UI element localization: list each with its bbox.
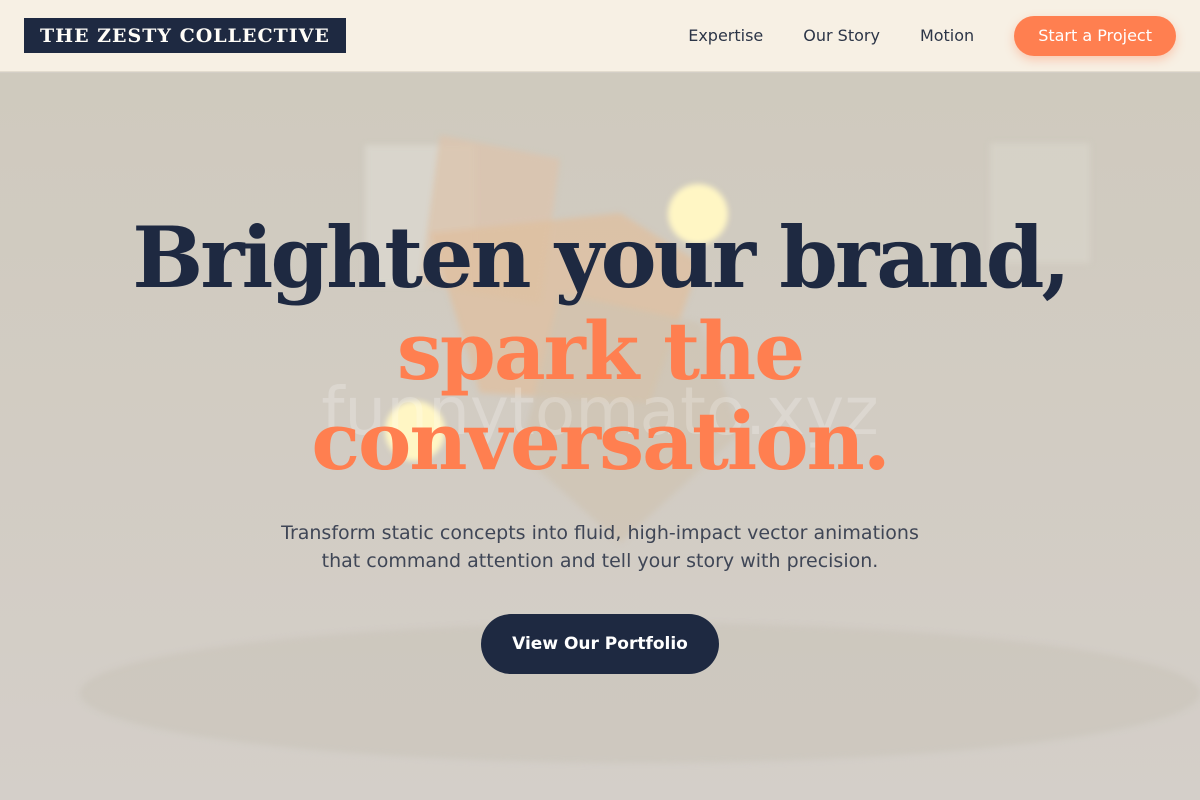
- nav-link-motion[interactable]: Motion: [920, 26, 974, 45]
- hero-headline: Brighten your brand, spark the conversat…: [0, 208, 1200, 488]
- site-header: THE ZESTY COLLECTIVE Expertise Our Story…: [0, 0, 1200, 72]
- subtitle-line-1: Transform static concepts into fluid, hi…: [281, 522, 919, 544]
- headline-line-3: conversation.: [311, 394, 890, 488]
- hero-subtitle: Transform static concepts into fluid, hi…: [250, 519, 950, 575]
- headline-line-1: Brighten your brand,: [132, 208, 1070, 307]
- hero-section: funnytomato.xyz Brighten your brand, spa…: [0, 73, 1200, 800]
- subtitle-line-2: that command attention and tell your sto…: [321, 550, 879, 572]
- view-portfolio-button[interactable]: View Our Portfolio: [481, 614, 719, 674]
- main-nav: Expertise Our Story Motion Start a Proje…: [688, 15, 1176, 56]
- start-project-button[interactable]: Start a Project: [1014, 15, 1176, 56]
- headline-line-2: spark the: [396, 304, 805, 398]
- nav-link-expertise[interactable]: Expertise: [688, 26, 763, 45]
- nav-link-our-story[interactable]: Our Story: [803, 26, 880, 45]
- brand-logo[interactable]: THE ZESTY COLLECTIVE: [24, 18, 346, 53]
